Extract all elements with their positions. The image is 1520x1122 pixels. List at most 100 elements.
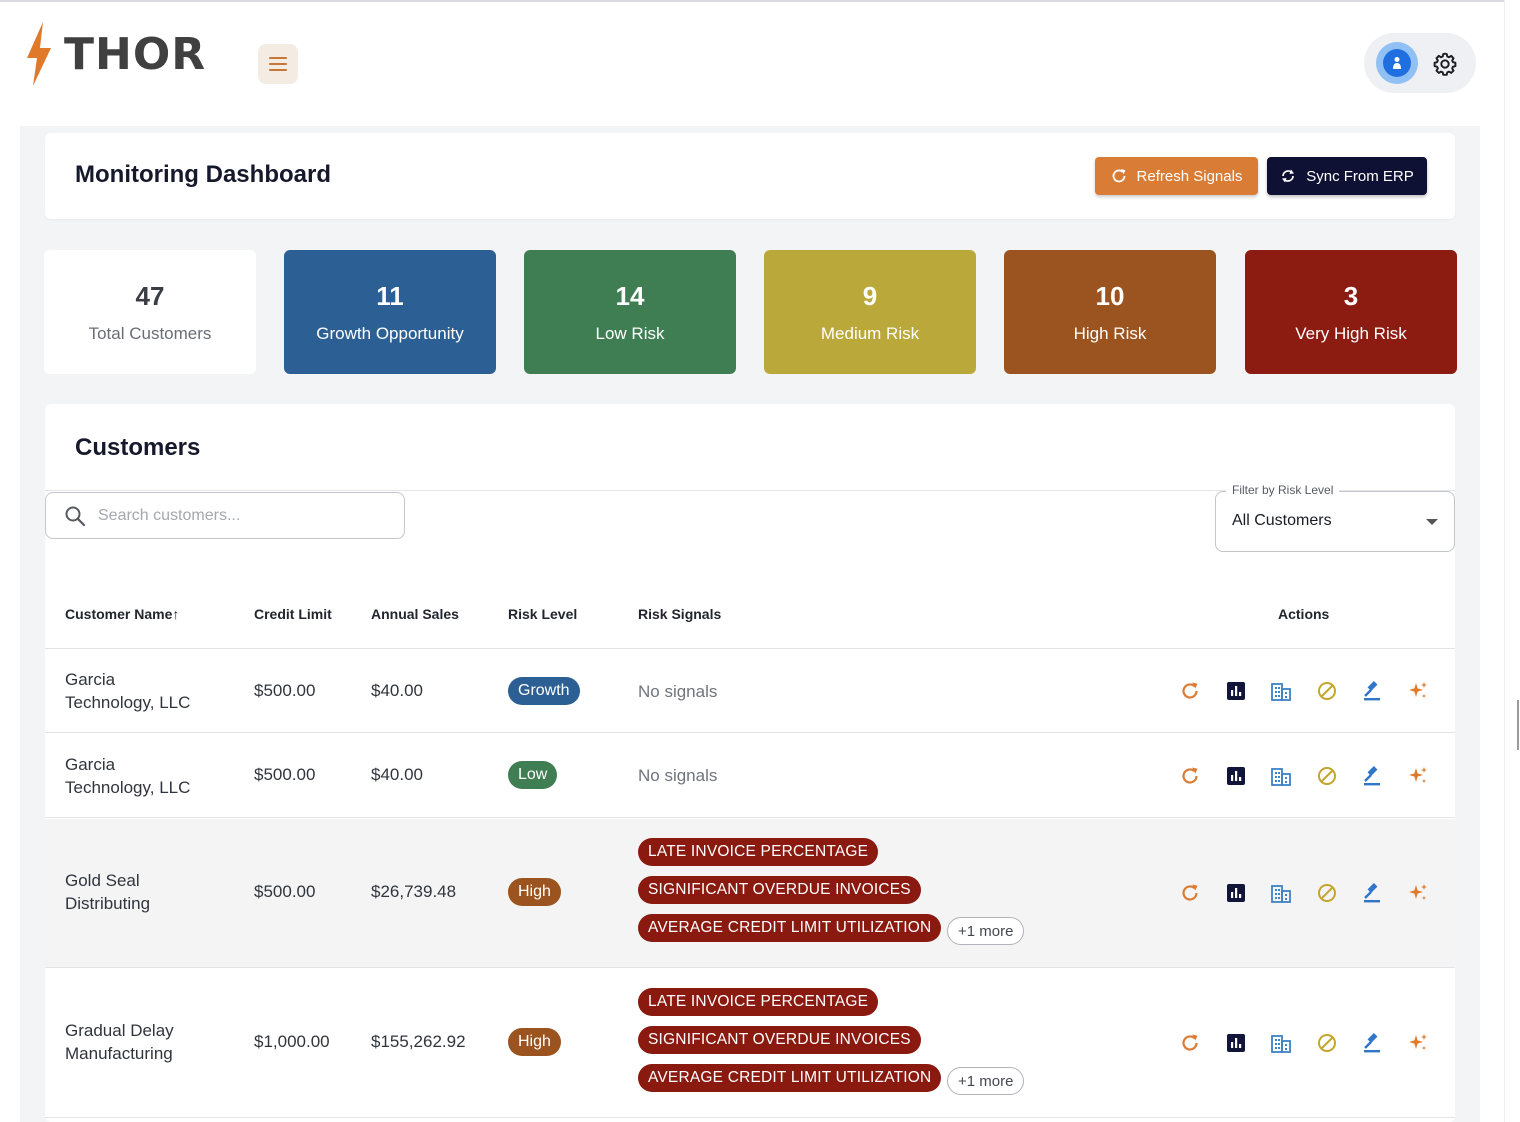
more-signals-chip[interactable]: +1 more bbox=[947, 1067, 1025, 1095]
annual-sales: $40.00 bbox=[371, 765, 423, 784]
user-menu bbox=[1364, 33, 1476, 93]
building-icon[interactable] bbox=[1269, 881, 1293, 905]
chart-icon[interactable] bbox=[1224, 1031, 1248, 1055]
column-header-risk-level[interactable]: Risk Level bbox=[508, 606, 577, 622]
search-field[interactable] bbox=[45, 492, 405, 539]
refresh-signals-button[interactable]: Refresh Signals bbox=[1095, 157, 1258, 195]
sparkle-icon[interactable] bbox=[1406, 679, 1430, 703]
refresh-icon[interactable] bbox=[1178, 764, 1202, 788]
table-row[interactable]: Gradual Delay Manufacturing $1,000.00 $1… bbox=[45, 969, 1455, 1118]
column-header-actions: Actions bbox=[1278, 606, 1330, 622]
risk-signal-chip: SIGNIFICANT OVERDUE INVOICES bbox=[638, 876, 921, 904]
customer-name[interactable]: Garcia Technology, LLC bbox=[65, 753, 235, 799]
brand-name: THOR bbox=[64, 28, 207, 80]
dashboard-header-card: Monitoring Dashboard Refresh Signals Syn… bbox=[45, 133, 1455, 219]
chart-icon[interactable] bbox=[1224, 764, 1248, 788]
sync-from-erp-label: Sync From ERP bbox=[1306, 167, 1414, 185]
sparkle-icon[interactable] bbox=[1406, 881, 1430, 905]
building-icon[interactable] bbox=[1269, 679, 1293, 703]
stat-low-risk[interactable]: 14 Low Risk bbox=[524, 250, 736, 374]
refresh-icon[interactable] bbox=[1178, 679, 1202, 703]
sort-arrow-icon: ↑ bbox=[172, 606, 180, 622]
stat-value: 9 bbox=[862, 280, 878, 311]
stat-label: Very High Risk bbox=[1295, 323, 1407, 343]
block-icon[interactable] bbox=[1315, 1031, 1339, 1055]
no-signals-text: No signals bbox=[638, 682, 718, 701]
stat-value: 47 bbox=[135, 280, 165, 311]
gear-icon[interactable] bbox=[1432, 51, 1458, 77]
refresh-icon[interactable] bbox=[1178, 1031, 1202, 1055]
stat-label: Medium Risk bbox=[820, 323, 920, 343]
risk-signal-chip: LATE INVOICE PERCENTAGE bbox=[638, 838, 879, 866]
block-icon[interactable] bbox=[1315, 881, 1339, 905]
building-icon[interactable] bbox=[1269, 1031, 1293, 1055]
filter-selected-value: All Customers bbox=[1232, 512, 1332, 529]
page-title: Monitoring Dashboard bbox=[75, 161, 331, 188]
table-row[interactable]: Gold Seal Distributing $500.00 $26,739.4… bbox=[45, 819, 1455, 968]
block-icon[interactable] bbox=[1315, 679, 1339, 703]
annual-sales: $40.00 bbox=[371, 681, 423, 700]
sparkle-icon[interactable] bbox=[1406, 1031, 1430, 1055]
risk-signal-chip: AVERAGE CREDIT LIMIT UTILIZATION bbox=[638, 914, 942, 942]
gavel-icon[interactable] bbox=[1360, 764, 1384, 788]
stat-value: 14 bbox=[615, 280, 645, 311]
brand-logo[interactable]: THOR bbox=[24, 22, 206, 86]
stat-total-customers[interactable]: 47 Total Customers bbox=[44, 250, 256, 374]
scrollbar-track[interactable] bbox=[1504, 0, 1520, 1122]
avatar[interactable] bbox=[1376, 42, 1418, 84]
risk-signal-chip: SIGNIFICANT OVERDUE INVOICES bbox=[638, 1026, 921, 1054]
stat-medium-risk[interactable]: 9 Medium Risk bbox=[764, 250, 976, 374]
risk-level-badge: Low bbox=[508, 761, 558, 789]
annual-sales: $155,262.92 bbox=[371, 1032, 466, 1051]
stat-value: 3 bbox=[1343, 280, 1359, 311]
stat-growth-opportunity[interactable]: 11 Growth Opportunity bbox=[284, 250, 496, 374]
risk-level-badge: High bbox=[508, 1028, 561, 1056]
customer-name[interactable]: Gradual Delay Manufacturing bbox=[65, 1019, 235, 1065]
credit-limit: $1,000.00 bbox=[254, 1032, 330, 1051]
column-header-annual-sales[interactable]: Annual Sales bbox=[371, 606, 459, 622]
column-header-risk-signals[interactable]: Risk Signals bbox=[638, 606, 721, 622]
customers-title: Customers bbox=[75, 434, 201, 461]
lightning-icon bbox=[27, 22, 51, 86]
gavel-icon[interactable] bbox=[1360, 1031, 1384, 1055]
refresh-signals-label: Refresh Signals bbox=[1136, 167, 1243, 185]
search-icon bbox=[65, 506, 86, 526]
more-signals-chip[interactable]: +1 more bbox=[947, 917, 1025, 945]
top-border bbox=[0, 0, 1504, 2]
stat-value: 10 bbox=[1095, 280, 1125, 311]
sparkle-icon[interactable] bbox=[1406, 764, 1430, 788]
column-header-customer-name[interactable]: Customer Name↑ bbox=[65, 606, 179, 622]
column-header-credit-limit[interactable]: Credit Limit bbox=[254, 606, 332, 622]
chart-icon[interactable] bbox=[1224, 881, 1248, 905]
sync-from-erp-button[interactable]: Sync From ERP bbox=[1267, 157, 1427, 195]
table-row[interactable]: Garcia Technology, LLC $500.00 $40.00 Lo… bbox=[45, 734, 1455, 818]
menu-toggle-button[interactable] bbox=[258, 44, 298, 84]
credit-limit: $500.00 bbox=[254, 765, 316, 784]
no-signals-text: No signals bbox=[638, 766, 718, 785]
customer-name[interactable]: Garcia Technology, LLC bbox=[65, 668, 235, 714]
search-input[interactable] bbox=[98, 506, 378, 525]
refresh-icon bbox=[1112, 169, 1126, 183]
credit-limit: $500.00 bbox=[254, 882, 316, 901]
customer-name[interactable]: Gold Seal Distributing bbox=[65, 869, 235, 915]
risk-level-filter[interactable]: Filter by Risk Level All Customers bbox=[1215, 483, 1455, 552]
sync-icon bbox=[1282, 169, 1295, 183]
chart-icon[interactable] bbox=[1224, 679, 1248, 703]
refresh-icon[interactable] bbox=[1178, 881, 1202, 905]
table-row[interactable]: Garcia Technology, LLC $500.00 $40.00 Gr… bbox=[45, 649, 1455, 733]
risk-level-badge: Growth bbox=[508, 677, 580, 705]
gavel-icon[interactable] bbox=[1360, 881, 1384, 905]
building-icon[interactable] bbox=[1269, 764, 1293, 788]
stat-label: High Risk bbox=[1073, 323, 1147, 343]
stat-label: Low Risk bbox=[595, 323, 665, 343]
gavel-icon[interactable] bbox=[1360, 679, 1384, 703]
risk-signal-chip: AVERAGE CREDIT LIMIT UTILIZATION bbox=[638, 1064, 942, 1092]
stat-very-high-risk[interactable]: 3 Very High Risk bbox=[1245, 250, 1457, 374]
risk-signal-chip: LATE INVOICE PERCENTAGE bbox=[638, 988, 879, 1016]
caret-down-icon bbox=[1426, 519, 1438, 525]
stat-high-risk[interactable]: 10 High Risk bbox=[1004, 250, 1216, 374]
block-icon[interactable] bbox=[1315, 764, 1339, 788]
customers-card: Customers Filter by Risk Level All Custo… bbox=[45, 404, 1455, 1122]
scrollbar-thumb[interactable] bbox=[1517, 700, 1519, 750]
hamburger-icon bbox=[269, 57, 287, 71]
